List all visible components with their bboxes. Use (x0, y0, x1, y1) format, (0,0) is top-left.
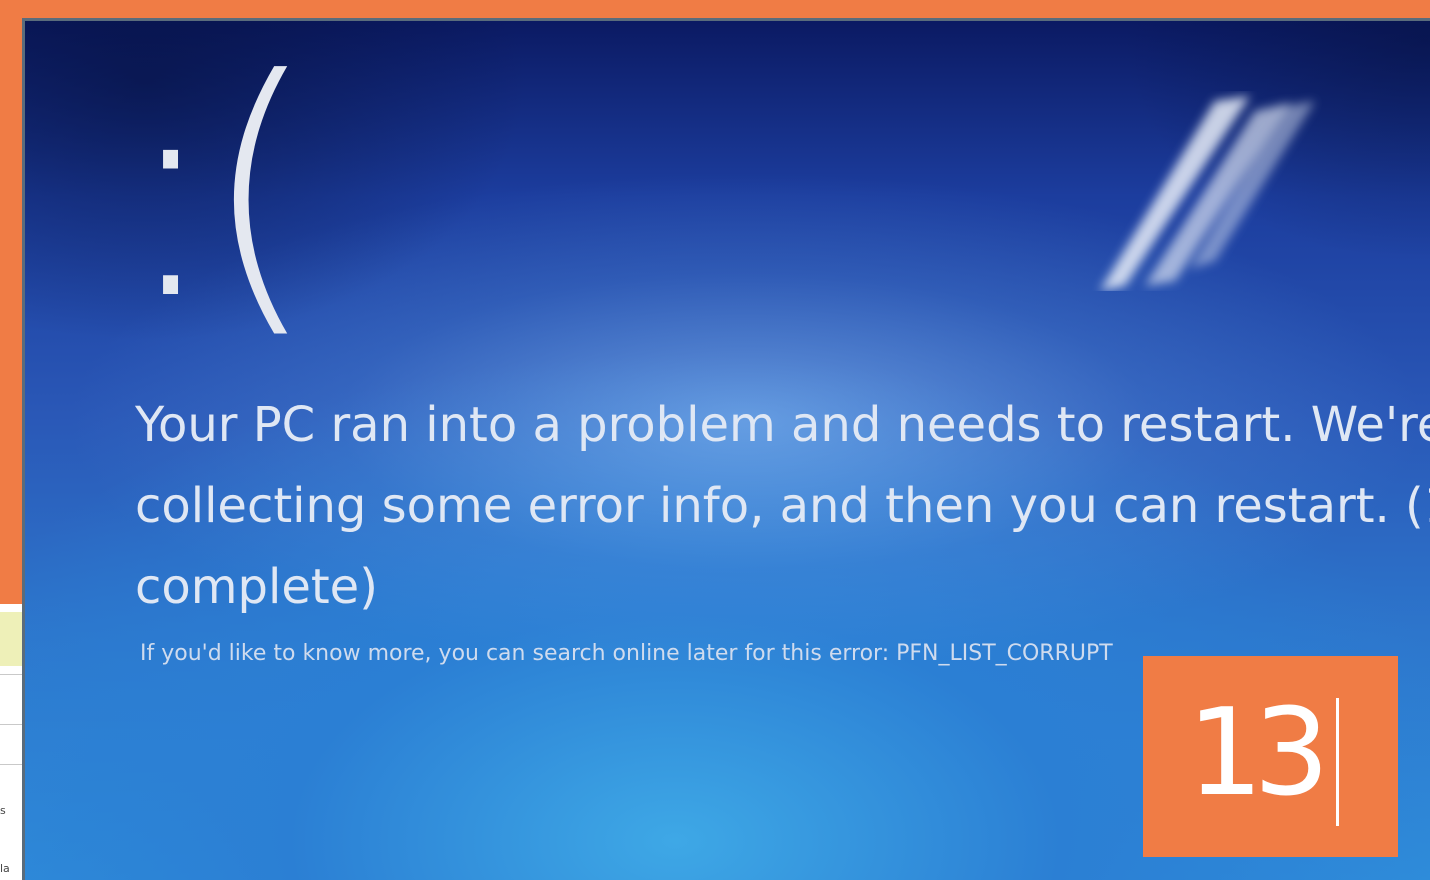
badge-divider (1336, 698, 1339, 826)
page-number: 13 (1187, 684, 1330, 823)
screen-glare (1100, 96, 1315, 291)
cropped-text: la (0, 862, 10, 875)
sad-face-emoticon: :( (120, 16, 318, 365)
photo-frame: s la :( Your PC ran into a problem and n… (0, 0, 1430, 880)
cropped-text: s (0, 804, 6, 817)
error-message: Your PC ran into a problem and needs to … (135, 385, 1430, 628)
error-message-line: complete) (135, 559, 378, 615)
error-message-line: Your PC ran into a problem and needs to … (135, 397, 1430, 453)
page-number-badge: 13 (1143, 656, 1398, 857)
error-message-line: collecting some error info, and then you… (135, 478, 1430, 534)
stop-code-text: If you'd like to know more, you can sear… (140, 641, 1113, 666)
